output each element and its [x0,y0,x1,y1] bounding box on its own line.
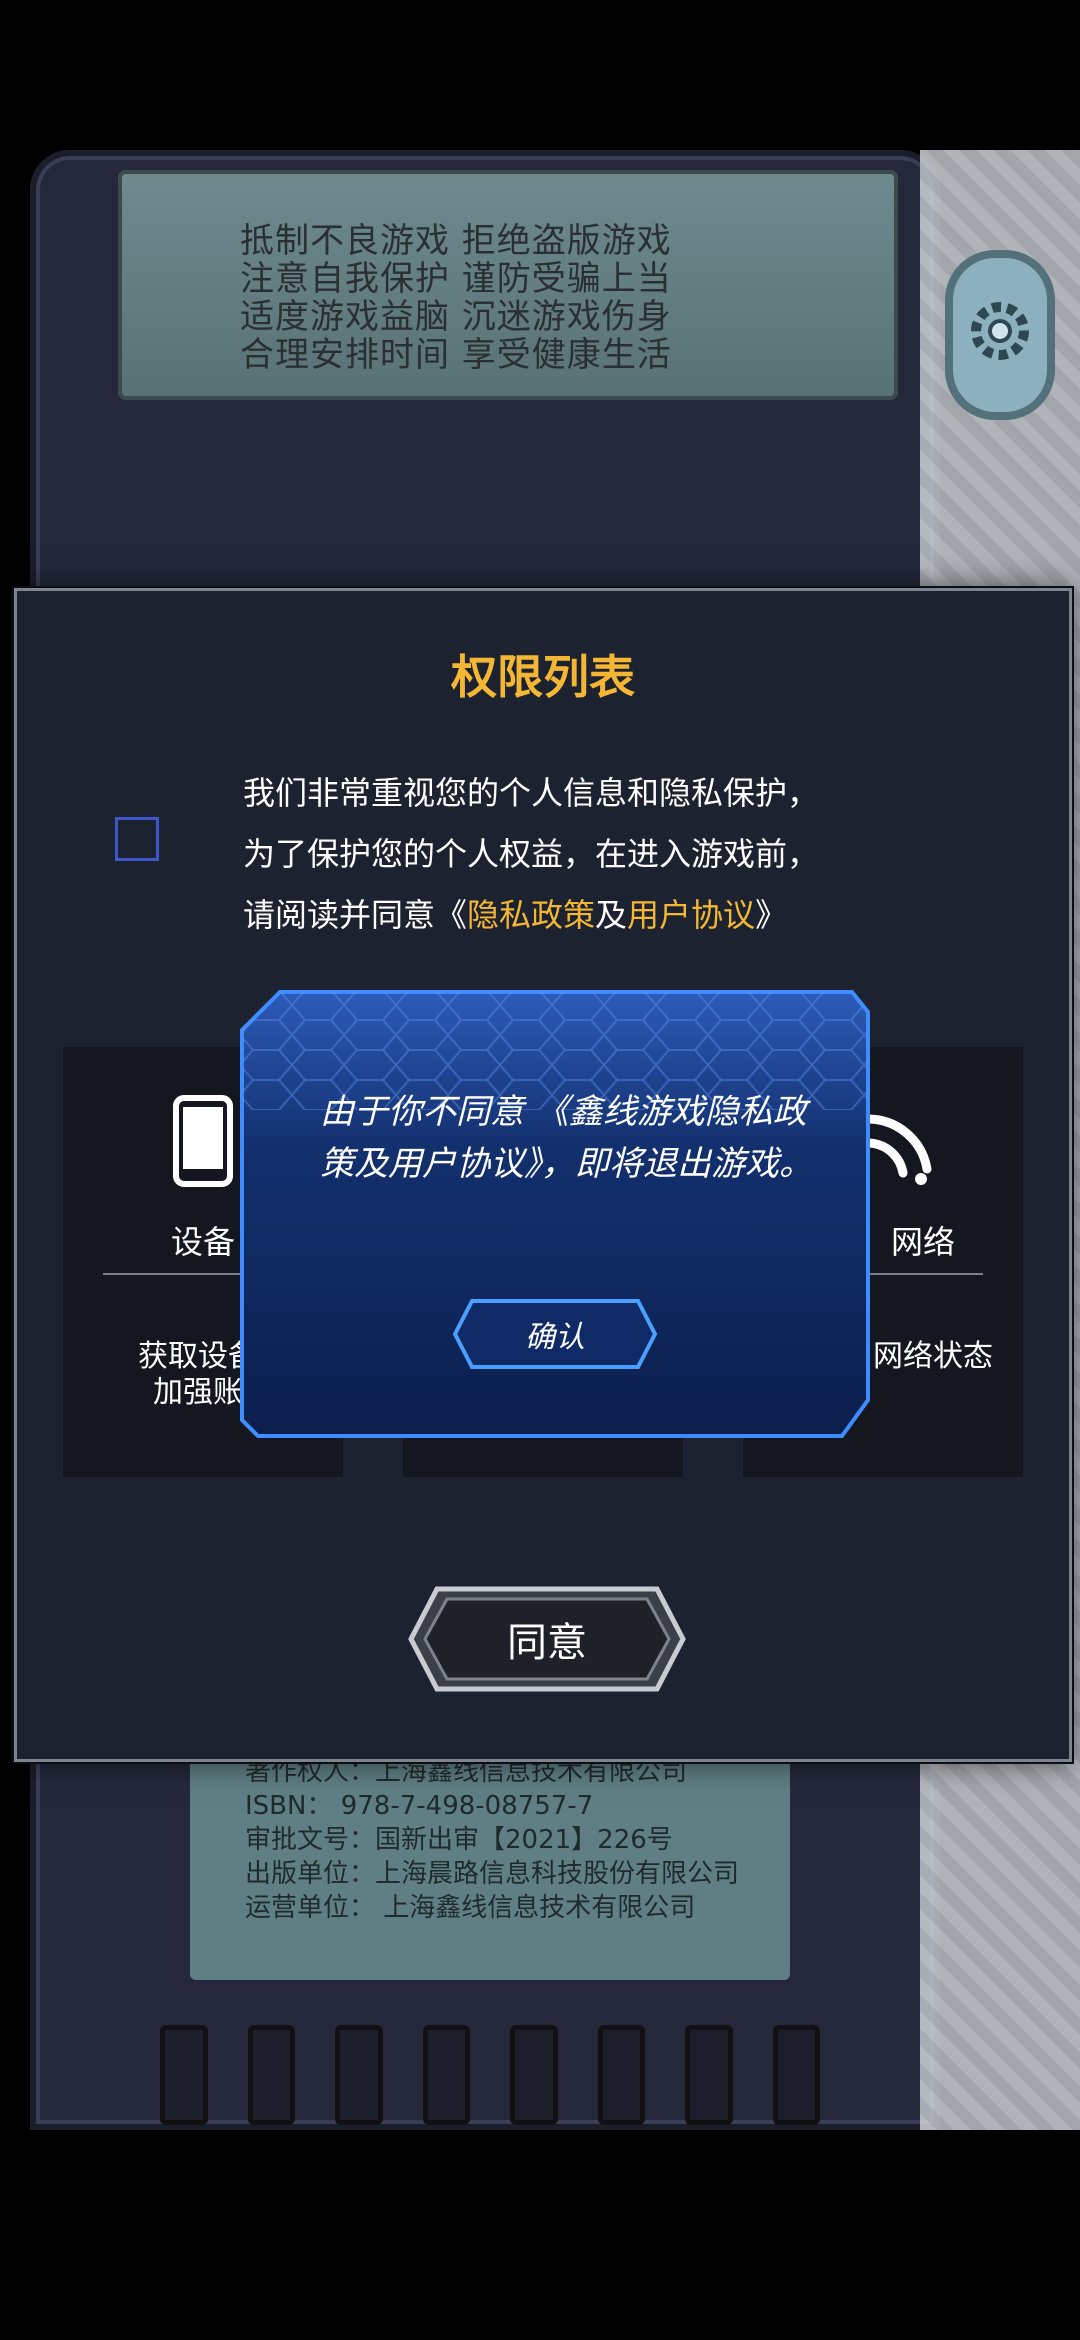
slot [597,2025,645,2125]
slogan-line: 抵制不良游戏 拒绝盗版游戏 [240,221,672,261]
wifi-icon [864,1114,932,1185]
slot [247,2025,295,2125]
agree-button-label: 同意 [507,1620,587,1666]
slogan-line: 注意自我保护 谨防受骗上当 [240,259,672,299]
dialog-message: 由于你不同意 《鑫线游戏隐私政策及用户协议》，即将退出游戏。 [320,1092,813,1184]
credit-line: 出版单位：上海晨路信息科技股份有限公司 [245,1859,740,1889]
agree-button[interactable]: 同意 [407,1585,687,1693]
agree-checkbox[interactable] [115,817,159,861]
gear-icon [971,302,1029,360]
notice-text: 及 [595,896,628,934]
slot [422,2025,470,2125]
slot [160,2025,208,2125]
credit-line: ISBN： 978-7-498-08757-7 [245,1791,594,1821]
privacy-policy-link[interactable]: 隐私政策 [467,896,595,934]
health-slogans: 抵制不良游戏 拒绝盗版游戏 注意自我保护 谨防受骗上当 适度游戏益脑 沉迷游戏伤… [240,222,800,374]
panel-title: 权限列表 [451,650,635,704]
slogan-line: 合理安排时间 享受健康生活 [240,335,672,375]
confirm-button-label: 确认 [525,1320,585,1355]
publisher-credits: 著作权人：上海鑫线信息技术有限公司 ISBN： 978-7-498-08757-… [245,1755,765,1925]
notice-line: 为了保护您的个人权益，在进入游戏前， [243,835,820,873]
settings-button[interactable] [945,250,1055,420]
slot [685,2025,733,2125]
confirm-button[interactable]: 确认 [452,1298,658,1370]
notice-line: 请阅读并同意《隐私政策及用户协议》 [243,885,1043,946]
coin-slots [160,2025,820,2125]
slot [335,2025,383,2125]
notice-line: 我们非常重视您的个人信息和隐私保护， [243,774,820,812]
credit-line: 审批文号：国新出审【2021】226号 [245,1825,673,1855]
privacy-notice: 我们非常重视您的个人信息和隐私保护， 为了保护您的个人权益，在进入游戏前， 请阅… [243,763,1043,946]
slot [772,2025,820,2125]
slot [510,2025,558,2125]
dialog-frame [240,990,870,1438]
slogan-line: 适度游戏益脑 沉迷游戏伤身 [240,297,672,337]
credit-line: 运营单位： 上海鑫线信息技术有限公司 [245,1893,696,1923]
user-agreement-link[interactable]: 用户协议 [627,896,755,934]
notice-text: 请阅读并同意《 [243,896,468,934]
exit-confirm-dialog: 由于你不同意 《鑫线游戏隐私政策及用户协议》，即将退出游戏。 确认 [240,990,870,1438]
notice-text: 》 [755,896,788,934]
phone-icon [173,1095,233,1187]
